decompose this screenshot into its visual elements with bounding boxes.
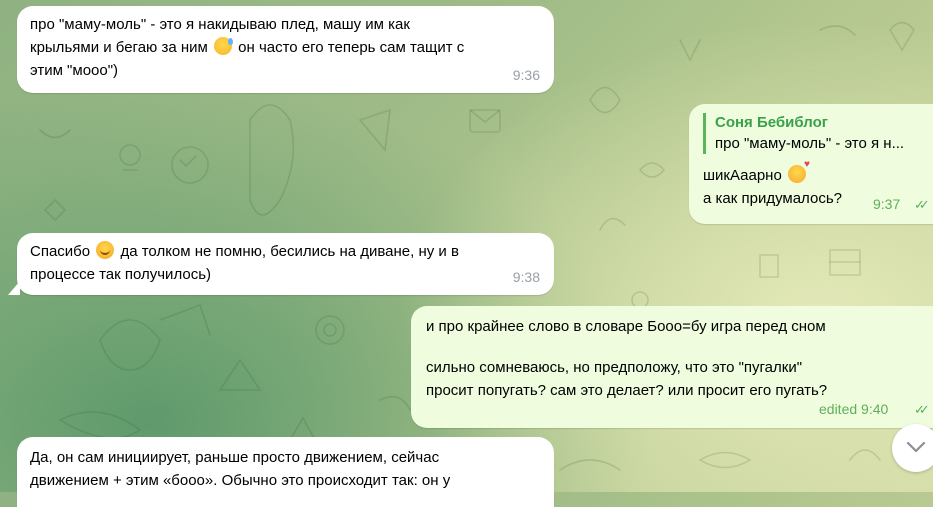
message-time: edited 9:40 [819,401,889,417]
double-check-icon: ✓✓ [914,402,930,417]
reply-preview: про "маму-моль" - это я н... [715,135,905,152]
message-outgoing[interactable]: Соня Бебиблог про "маму-моль" - это я н.… [689,104,933,224]
message-text: про "маму-моль" - это я накидываю плед, … [30,16,410,33]
message-text-line: Спасибо да толком не помню, бесились на … [30,241,459,260]
bubble-tail [8,281,20,295]
message-text: движением + этим «бооо». Обычно это прои… [30,472,451,489]
message-time: 9:38 [512,269,540,285]
message-incoming[interactable]: Да, он сам инициирует, раньше просто дви… [17,437,554,507]
reply-quote[interactable]: Соня Бебиблог про "маму-моль" - это я н.… [703,113,925,154]
message-text: сильно сомневаюсь, но предположу, что эт… [426,359,803,376]
smiling-hearts-emoji-icon [787,160,810,183]
chevron-down-icon [906,441,926,453]
reply-author: Соня Бебиблог [715,114,829,131]
message-text: и про крайнее слово в словаре Бооо=бу иг… [426,318,826,335]
message-incoming[interactable]: Спасибо да толком не помню, бесились на … [17,233,554,295]
grinning-sweat-emoji-icon [213,37,233,55]
message-text: Да, он сам инициирует, раньше просто дви… [30,449,440,466]
message-time: 9:36 [512,67,540,83]
message-incoming[interactable]: про "маму-моль" - это я накидываю плед, … [17,6,554,93]
scroll-down-button[interactable] [892,424,933,472]
smiling-emoji-icon [96,241,115,259]
message-text-blank [426,338,925,356]
message-outgoing[interactable]: и про крайнее слово в словаре Бооо=бу иг… [411,306,933,428]
message-text-line: крыльями и бегаю за ним он часто его теп… [30,37,465,56]
double-check-icon: ✓✓ [914,197,930,212]
message-text: процессе так получилось) [30,266,212,283]
message-time: 9:37 [873,196,901,212]
message-text: этим "мооо") [30,62,119,79]
message-text-line: шикАаарно [703,160,925,187]
